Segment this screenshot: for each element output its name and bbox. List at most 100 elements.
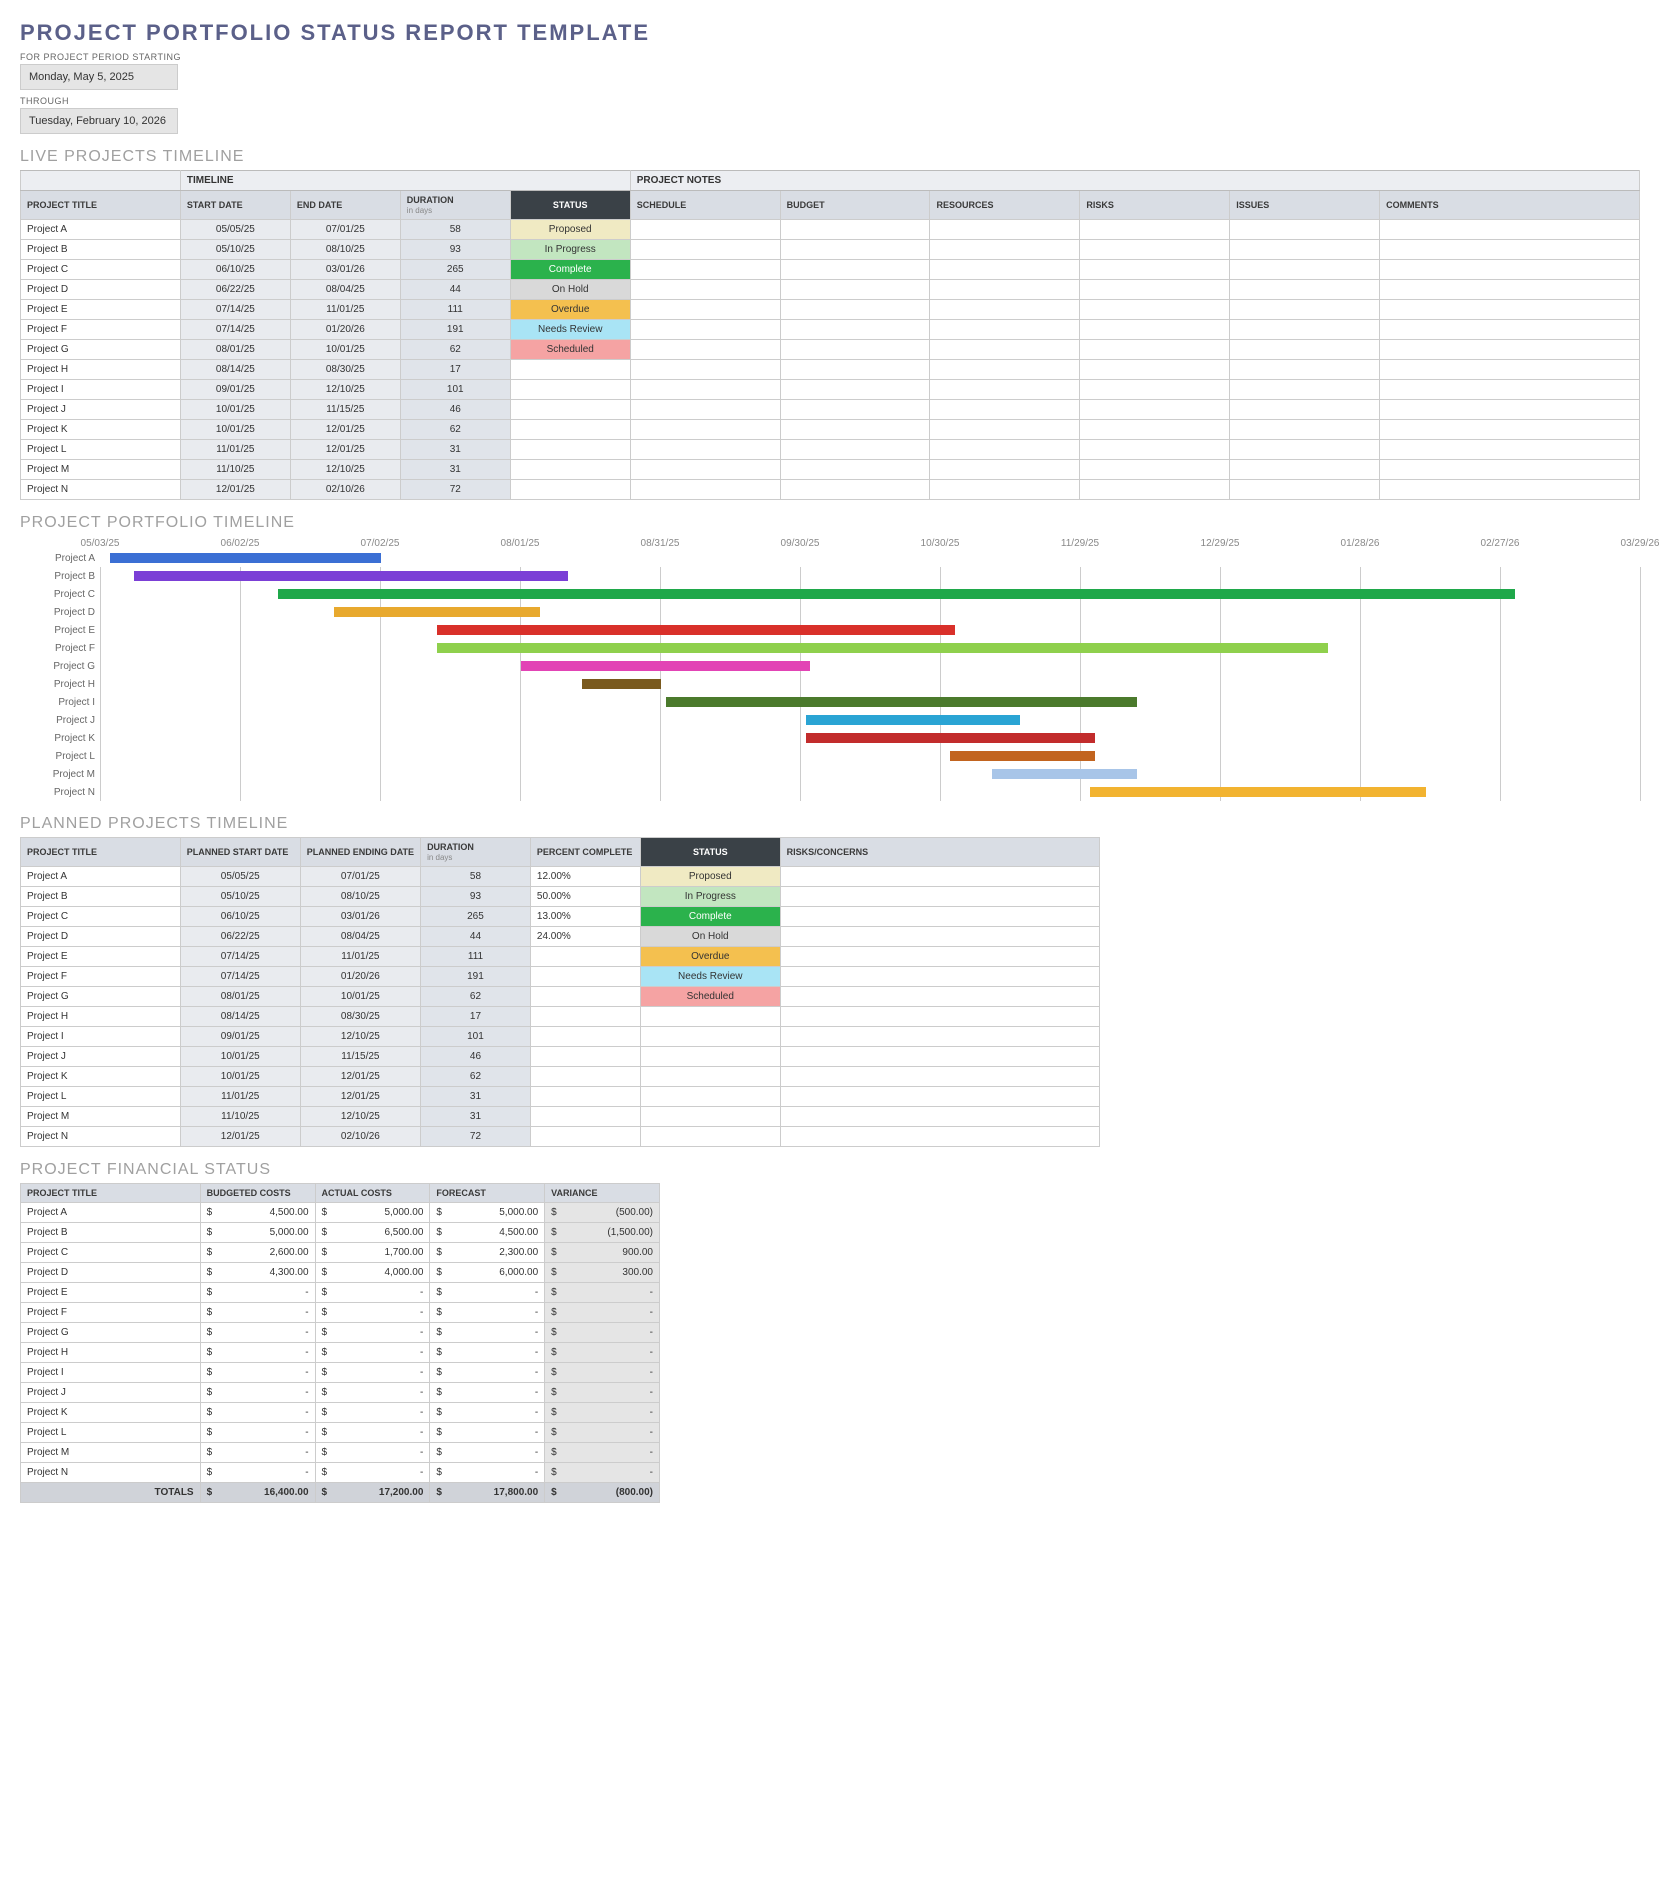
cell-issues[interactable] [1230, 400, 1380, 420]
cell-schedule[interactable] [630, 420, 780, 440]
cell-risks[interactable] [780, 1047, 1099, 1067]
group-notes: PROJECT NOTES [630, 171, 1639, 191]
cell-issues[interactable] [1230, 240, 1380, 260]
cell-comments[interactable] [1380, 240, 1640, 260]
cell-issues[interactable] [1230, 340, 1380, 360]
cell-comments[interactable] [1380, 440, 1640, 460]
cell-risks[interactable] [1080, 240, 1230, 260]
cell-schedule[interactable] [630, 280, 780, 300]
cell-risks[interactable] [1080, 220, 1230, 240]
cell-risks[interactable] [1080, 360, 1230, 380]
cell-comments[interactable] [1380, 260, 1640, 280]
cell-resources[interactable] [930, 400, 1080, 420]
cell-comments[interactable] [1380, 420, 1640, 440]
cell-issues[interactable] [1230, 320, 1380, 340]
cell-schedule[interactable] [630, 240, 780, 260]
cell-schedule[interactable] [630, 460, 780, 480]
cell-resources[interactable] [930, 360, 1080, 380]
cell-issues[interactable] [1230, 420, 1380, 440]
cell-comments[interactable] [1380, 220, 1640, 240]
cell-resources[interactable] [930, 240, 1080, 260]
cell-schedule[interactable] [630, 380, 780, 400]
cell-schedule[interactable] [630, 260, 780, 280]
cell-schedule[interactable] [630, 300, 780, 320]
cell-budget[interactable] [780, 240, 930, 260]
cell-risks[interactable] [780, 1087, 1099, 1107]
cell-risks[interactable] [1080, 460, 1230, 480]
cell-risks[interactable] [1080, 480, 1230, 500]
cell-budget[interactable] [780, 440, 930, 460]
cell-risks[interactable] [780, 867, 1099, 887]
cell-risks[interactable] [780, 967, 1099, 987]
cell-risks[interactable] [1080, 420, 1230, 440]
cell-issues[interactable] [1230, 360, 1380, 380]
cell-risks[interactable] [1080, 380, 1230, 400]
cell-comments[interactable] [1380, 400, 1640, 420]
cell-resources[interactable] [930, 380, 1080, 400]
cell-risks[interactable] [780, 987, 1099, 1007]
cell-comments[interactable] [1380, 280, 1640, 300]
cell-issues[interactable] [1230, 480, 1380, 500]
cell-issues[interactable] [1230, 300, 1380, 320]
cell-risks[interactable] [1080, 280, 1230, 300]
cell-issues[interactable] [1230, 260, 1380, 280]
cell-comments[interactable] [1380, 340, 1640, 360]
cell-resources[interactable] [930, 460, 1080, 480]
cell-comments[interactable] [1380, 320, 1640, 340]
cell-issues[interactable] [1230, 460, 1380, 480]
table-row: Project B05/10/2508/10/2593In Progress [21, 240, 1640, 260]
cell-schedule[interactable] [630, 480, 780, 500]
cell-risks[interactable] [1080, 260, 1230, 280]
cell-risks[interactable] [780, 907, 1099, 927]
cell-issues[interactable] [1230, 220, 1380, 240]
cell-resources[interactable] [930, 280, 1080, 300]
cell-issues[interactable] [1230, 440, 1380, 460]
cell-risks[interactable] [1080, 340, 1230, 360]
cell-schedule[interactable] [630, 220, 780, 240]
cell-risks[interactable] [780, 1027, 1099, 1047]
cell-budget[interactable] [780, 360, 930, 380]
cell-schedule[interactable] [630, 360, 780, 380]
cell-schedule[interactable] [630, 320, 780, 340]
cell-risks[interactable] [780, 887, 1099, 907]
cell-issues[interactable] [1230, 380, 1380, 400]
cell-schedule[interactable] [630, 340, 780, 360]
cell-schedule[interactable] [630, 400, 780, 420]
cell-risks[interactable] [780, 1007, 1099, 1027]
cell-budget[interactable] [780, 380, 930, 400]
cell-resources[interactable] [930, 420, 1080, 440]
cell-risks[interactable] [1080, 300, 1230, 320]
cell-comments[interactable] [1380, 380, 1640, 400]
cell-issues[interactable] [1230, 280, 1380, 300]
cell-budget[interactable] [780, 260, 930, 280]
cell-budget[interactable] [780, 320, 930, 340]
cell-budget[interactable] [780, 220, 930, 240]
cell-resources[interactable] [930, 220, 1080, 240]
cell-risks[interactable] [1080, 400, 1230, 420]
cell-risks[interactable] [780, 947, 1099, 967]
cell-comments[interactable] [1380, 300, 1640, 320]
cell-comments[interactable] [1380, 360, 1640, 380]
cell-risks[interactable] [1080, 440, 1230, 460]
cell-budget[interactable] [780, 480, 930, 500]
cell-resources[interactable] [930, 260, 1080, 280]
cell-resources[interactable] [930, 320, 1080, 340]
cell-resources[interactable] [930, 480, 1080, 500]
cell-budget[interactable] [780, 300, 930, 320]
cell-resources[interactable] [930, 300, 1080, 320]
cell-risks[interactable] [780, 1067, 1099, 1087]
cell-comments[interactable] [1380, 480, 1640, 500]
cell-resources[interactable] [930, 440, 1080, 460]
cell-budget[interactable] [780, 340, 930, 360]
cell-risks[interactable] [1080, 320, 1230, 340]
cell-resources[interactable] [930, 340, 1080, 360]
cell-risks[interactable] [780, 1107, 1099, 1127]
cell-risks[interactable] [780, 1127, 1099, 1147]
cell-budget[interactable] [780, 280, 930, 300]
cell-comments[interactable] [1380, 460, 1640, 480]
cell-risks[interactable] [780, 927, 1099, 947]
cell-budget[interactable] [780, 400, 930, 420]
cell-budget[interactable] [780, 420, 930, 440]
cell-budget[interactable] [780, 460, 930, 480]
cell-schedule[interactable] [630, 440, 780, 460]
